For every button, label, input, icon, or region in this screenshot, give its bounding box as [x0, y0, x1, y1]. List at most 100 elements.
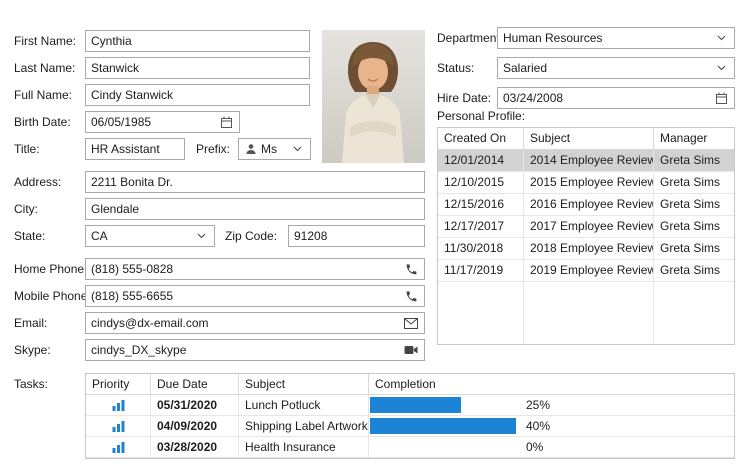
priority-icon — [112, 441, 125, 453]
department-value: Human Resources — [503, 28, 709, 48]
profile-cell-created-on: 12/15/2016 — [438, 194, 524, 215]
task-subject: Health Insurance — [239, 437, 369, 457]
profile-cell-manager: Greta Sims — [654, 194, 734, 215]
task-row[interactable]: 03/28/2020 Health Insurance 0% — [86, 437, 734, 458]
prefix-select[interactable]: Ms — [238, 138, 311, 160]
home-phone-value: (818) 555-0828 — [91, 259, 399, 279]
chevron-down-icon[interactable] — [193, 226, 209, 246]
skype-label: Skype: — [14, 339, 51, 361]
envelope-icon — [403, 313, 419, 333]
address-input[interactable]: 2211 Bonita Dr. — [85, 171, 425, 193]
prefix-value: Ms — [261, 139, 285, 159]
profile-cell-subject: 2015 Employee Review — [524, 172, 654, 193]
tasks-col-due-date[interactable]: Due Date — [151, 374, 239, 394]
zip-code-input[interactable]: 91208 — [288, 225, 425, 247]
tasks-col-priority[interactable]: Priority — [86, 374, 151, 394]
calendar-icon[interactable] — [218, 112, 234, 132]
profile-row[interactable]: 11/17/2019 2019 Employee Review Greta Si… — [438, 260, 734, 282]
full-name-input[interactable]: Cindy Stanwick — [85, 84, 310, 106]
profile-cell-created-on: 12/17/2017 — [438, 216, 524, 237]
city-input[interactable]: Glendale — [85, 198, 425, 220]
mobile-phone-input[interactable]: (818) 555-6655 — [85, 285, 425, 307]
tasks-table: Priority Due Date Subject Completion 05/… — [85, 373, 735, 459]
last-name-value: Stanwick — [91, 58, 304, 78]
task-completion-cell: 0% — [369, 437, 734, 457]
chevron-down-icon[interactable] — [289, 139, 305, 159]
last-name-input[interactable]: Stanwick — [85, 57, 310, 79]
chevron-down-icon[interactable] — [713, 28, 729, 48]
birth-date-label: Birth Date: — [14, 111, 71, 133]
profile-cell-created-on: 12/01/2014 — [438, 150, 524, 171]
profile-cell-manager: Greta Sims — [654, 150, 734, 171]
progress-bar — [370, 397, 461, 413]
profile-cell-created-on: 11/17/2019 — [438, 260, 524, 281]
first-name-value: Cynthia — [91, 31, 304, 51]
email-input[interactable]: cindys@dx-email.com — [85, 312, 425, 334]
task-row[interactable]: 05/31/2020 Lunch Potluck 25% — [86, 395, 734, 416]
tasks-header-row: Priority Due Date Subject Completion — [86, 374, 734, 395]
status-label: Status: — [437, 57, 474, 79]
profile-cell-subject: 2016 Employee Review — [524, 194, 654, 215]
profile-row[interactable]: 12/01/2014 2014 Employee Review Greta Si… — [438, 150, 734, 172]
department-label: Department: — [437, 27, 503, 49]
profile-row[interactable]: 12/10/2015 2015 Employee Review Greta Si… — [438, 172, 734, 194]
tasks-col-subject[interactable]: Subject — [239, 374, 369, 394]
priority-icon — [112, 420, 125, 432]
employee-photo — [322, 30, 425, 163]
first-name-input[interactable]: Cynthia — [85, 30, 310, 52]
profile-cell-manager: Greta Sims — [654, 260, 734, 281]
first-name-label: First Name: — [14, 30, 76, 52]
skype-input[interactable]: cindys_DX_skype — [85, 339, 425, 361]
phone-icon — [403, 286, 419, 306]
department-select[interactable]: Human Resources — [497, 27, 735, 49]
profile-cell-subject: 2019 Employee Review — [524, 260, 654, 281]
task-due-date: 05/31/2020 — [151, 395, 239, 415]
status-value: Salaried — [503, 58, 709, 78]
calendar-icon[interactable] — [713, 88, 729, 108]
profile-col-subject[interactable]: Subject — [524, 128, 654, 149]
profile-row[interactable]: 11/30/2018 2018 Employee Review Greta Si… — [438, 238, 734, 260]
state-label: State: — [14, 225, 45, 247]
progress-label: 40% — [526, 416, 550, 436]
title-input[interactable]: HR Assistant — [85, 138, 185, 160]
task-subject: Shipping Label Artwork — [239, 416, 369, 436]
person-icon — [244, 139, 257, 159]
full-name-value: Cindy Stanwick — [91, 85, 304, 105]
title-value: HR Assistant — [91, 139, 179, 159]
personal-profile-table: Created On Subject Manager 12/01/2014 20… — [437, 127, 735, 345]
status-select[interactable]: Salaried — [497, 57, 735, 79]
city-value: Glendale — [91, 199, 419, 219]
birth-date-input[interactable]: 06/05/1985 — [85, 111, 240, 133]
prefix-label: Prefix: — [196, 138, 230, 160]
skype-value: cindys_DX_skype — [91, 340, 399, 360]
birth-date-value: 06/05/1985 — [91, 112, 214, 132]
profile-cell-subject: 2018 Employee Review — [524, 238, 654, 259]
profile-col-manager[interactable]: Manager — [654, 128, 734, 149]
task-row[interactable]: 04/09/2020 Shipping Label Artwork 40% — [86, 416, 734, 437]
task-priority-cell — [86, 395, 151, 415]
zip-code-value: 91208 — [294, 226, 419, 246]
state-select[interactable]: CA — [85, 225, 215, 247]
profile-row[interactable]: 12/15/2016 2016 Employee Review Greta Si… — [438, 194, 734, 216]
profile-col-created-on[interactable]: Created On — [438, 128, 524, 149]
progress-label: 0% — [526, 437, 543, 457]
priority-icon — [112, 399, 125, 411]
state-value: CA — [91, 226, 189, 246]
full-name-label: Full Name: — [14, 84, 72, 106]
profile-cell-subject: 2014 Employee Review — [524, 150, 654, 171]
profile-row[interactable]: 12/17/2017 2017 Employee Review Greta Si… — [438, 216, 734, 238]
address-value: 2211 Bonita Dr. — [91, 172, 419, 192]
hire-date-input[interactable]: 03/24/2008 — [497, 87, 735, 109]
progress-bar — [370, 418, 516, 434]
chevron-down-icon[interactable] — [713, 58, 729, 78]
task-due-date: 03/28/2020 — [151, 437, 239, 457]
profile-empty-area — [438, 282, 734, 344]
email-label: Email: — [14, 312, 47, 334]
home-phone-input[interactable]: (818) 555-0828 — [85, 258, 425, 280]
profile-cell-manager: Greta Sims — [654, 238, 734, 259]
employee-edit-form: First Name: Last Name: Full Name: Birth … — [0, 0, 750, 476]
mobile-phone-label: Mobile Phone: — [14, 285, 91, 307]
task-completion-cell: 40% — [369, 416, 734, 436]
tasks-col-completion[interactable]: Completion — [369, 374, 734, 394]
mobile-phone-value: (818) 555-6655 — [91, 286, 399, 306]
